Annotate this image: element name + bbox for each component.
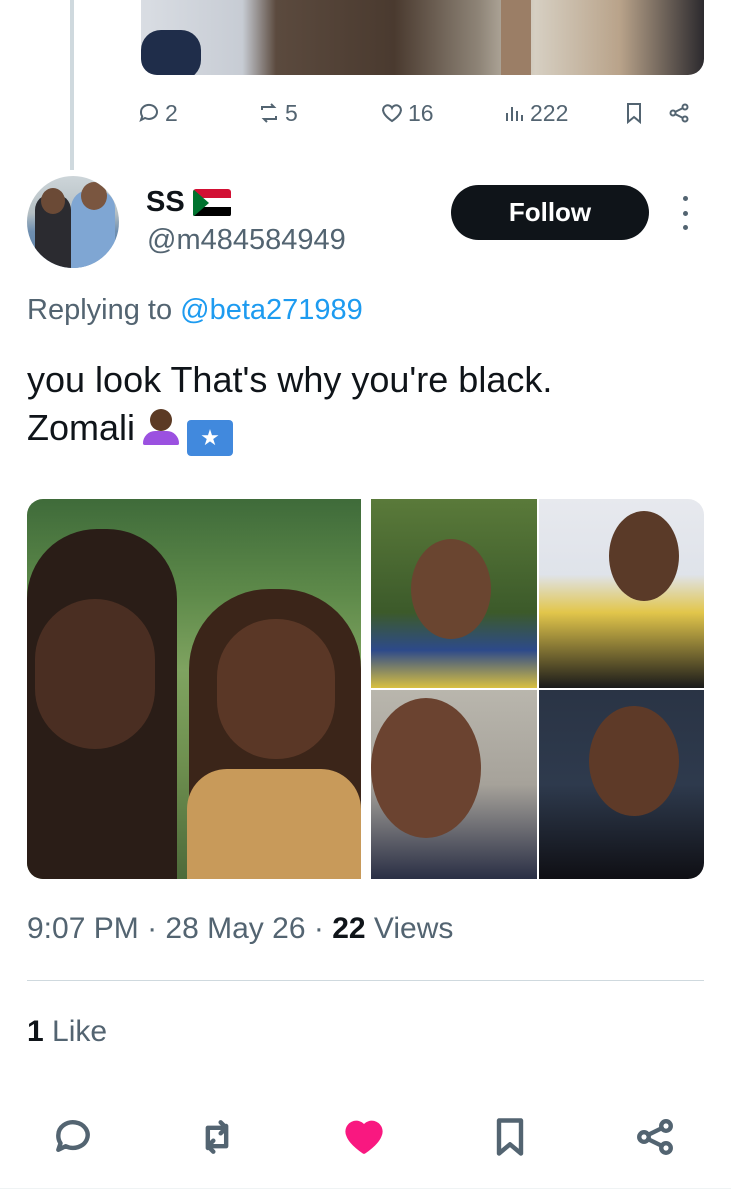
tweet-text-line-1: you look That's why you're black. xyxy=(27,359,553,400)
views-count: 222 xyxy=(530,99,569,126)
display-name[interactable]: SS xyxy=(146,186,185,219)
likes-summary[interactable]: 1 Like xyxy=(27,1015,107,1049)
thread-connector-line xyxy=(70,0,74,170)
divider xyxy=(27,980,704,981)
author-handle[interactable]: @m484584949 xyxy=(147,224,346,257)
reply-icon xyxy=(139,103,158,122)
bookmark-icon xyxy=(627,103,641,125)
repost-count: 5 xyxy=(285,99,298,126)
tweet-time: 9:07 PM xyxy=(27,912,139,945)
media-image-5[interactable] xyxy=(539,690,704,879)
views-count: 22 xyxy=(332,912,366,945)
views-button[interactable]: 222 xyxy=(502,96,568,130)
likes-label: Like xyxy=(52,1015,108,1048)
author-name-row[interactable]: SS xyxy=(146,186,231,219)
like-button[interactable] xyxy=(337,1110,391,1164)
tweet-action-bar xyxy=(0,1110,731,1164)
tweet-date: 28 May 26 xyxy=(165,912,306,945)
previous-tweet-media[interactable] xyxy=(141,0,704,75)
separator: · xyxy=(313,912,324,945)
person-dark-skin-tone-emoji xyxy=(143,409,180,445)
likes-count: 1 xyxy=(27,1015,44,1048)
more-options-icon[interactable] xyxy=(673,196,697,230)
heart-filled-icon xyxy=(345,1120,383,1154)
tweet-text: you look That's why you're black. Zomali… xyxy=(27,356,707,456)
share-icon xyxy=(637,1119,673,1155)
repost-button[interactable]: 5 xyxy=(257,96,298,130)
media-image-3[interactable] xyxy=(539,499,704,688)
avatar[interactable] xyxy=(27,176,119,268)
reply-button[interactable]: 2 xyxy=(137,96,178,130)
media-grid-right xyxy=(371,499,704,879)
tweet-media-grid xyxy=(27,499,704,879)
repost-icon xyxy=(261,103,277,123)
replying-to: Replying to @beta271989 xyxy=(27,294,363,327)
reply-icon xyxy=(56,1120,90,1153)
share-icon xyxy=(669,103,689,123)
like-count: 16 xyxy=(408,99,434,126)
bookmark-button[interactable] xyxy=(622,96,646,130)
bottom-edge xyxy=(0,1188,731,1199)
tweet-text-line-2: Zomali ★ xyxy=(27,404,707,456)
views-icon xyxy=(506,107,523,121)
replying-to-prefix: Replying to xyxy=(27,294,173,326)
somalia-flag-emoji: ★ xyxy=(187,420,234,456)
reply-count: 2 xyxy=(165,99,178,126)
share-button[interactable] xyxy=(628,1110,682,1164)
like-button[interactable]: 16 xyxy=(380,96,434,130)
tweet-text-word: Zomali xyxy=(27,407,136,448)
separator: · xyxy=(147,912,158,945)
bookmark-button[interactable] xyxy=(483,1110,537,1164)
tweet-timestamp[interactable]: 9:07 PM · 28 May 26 · 22 Views xyxy=(27,912,453,946)
sudan-flag-icon xyxy=(192,188,231,217)
media-image-2[interactable] xyxy=(371,499,537,688)
replying-to-handle-link[interactable]: @beta271989 xyxy=(180,294,363,326)
reply-button[interactable] xyxy=(46,1110,100,1164)
repost-icon xyxy=(205,1120,229,1154)
follow-button[interactable]: Follow xyxy=(451,185,649,240)
share-button[interactable] xyxy=(667,96,691,130)
heart-icon xyxy=(382,104,402,123)
media-image-4[interactable] xyxy=(371,690,537,879)
views-label: Views xyxy=(373,912,454,945)
media-image-1[interactable] xyxy=(27,499,361,879)
bookmark-icon xyxy=(496,1118,524,1156)
previous-tweet-actions: 2 5 16 222 xyxy=(137,96,697,130)
repost-button[interactable] xyxy=(190,1110,244,1164)
